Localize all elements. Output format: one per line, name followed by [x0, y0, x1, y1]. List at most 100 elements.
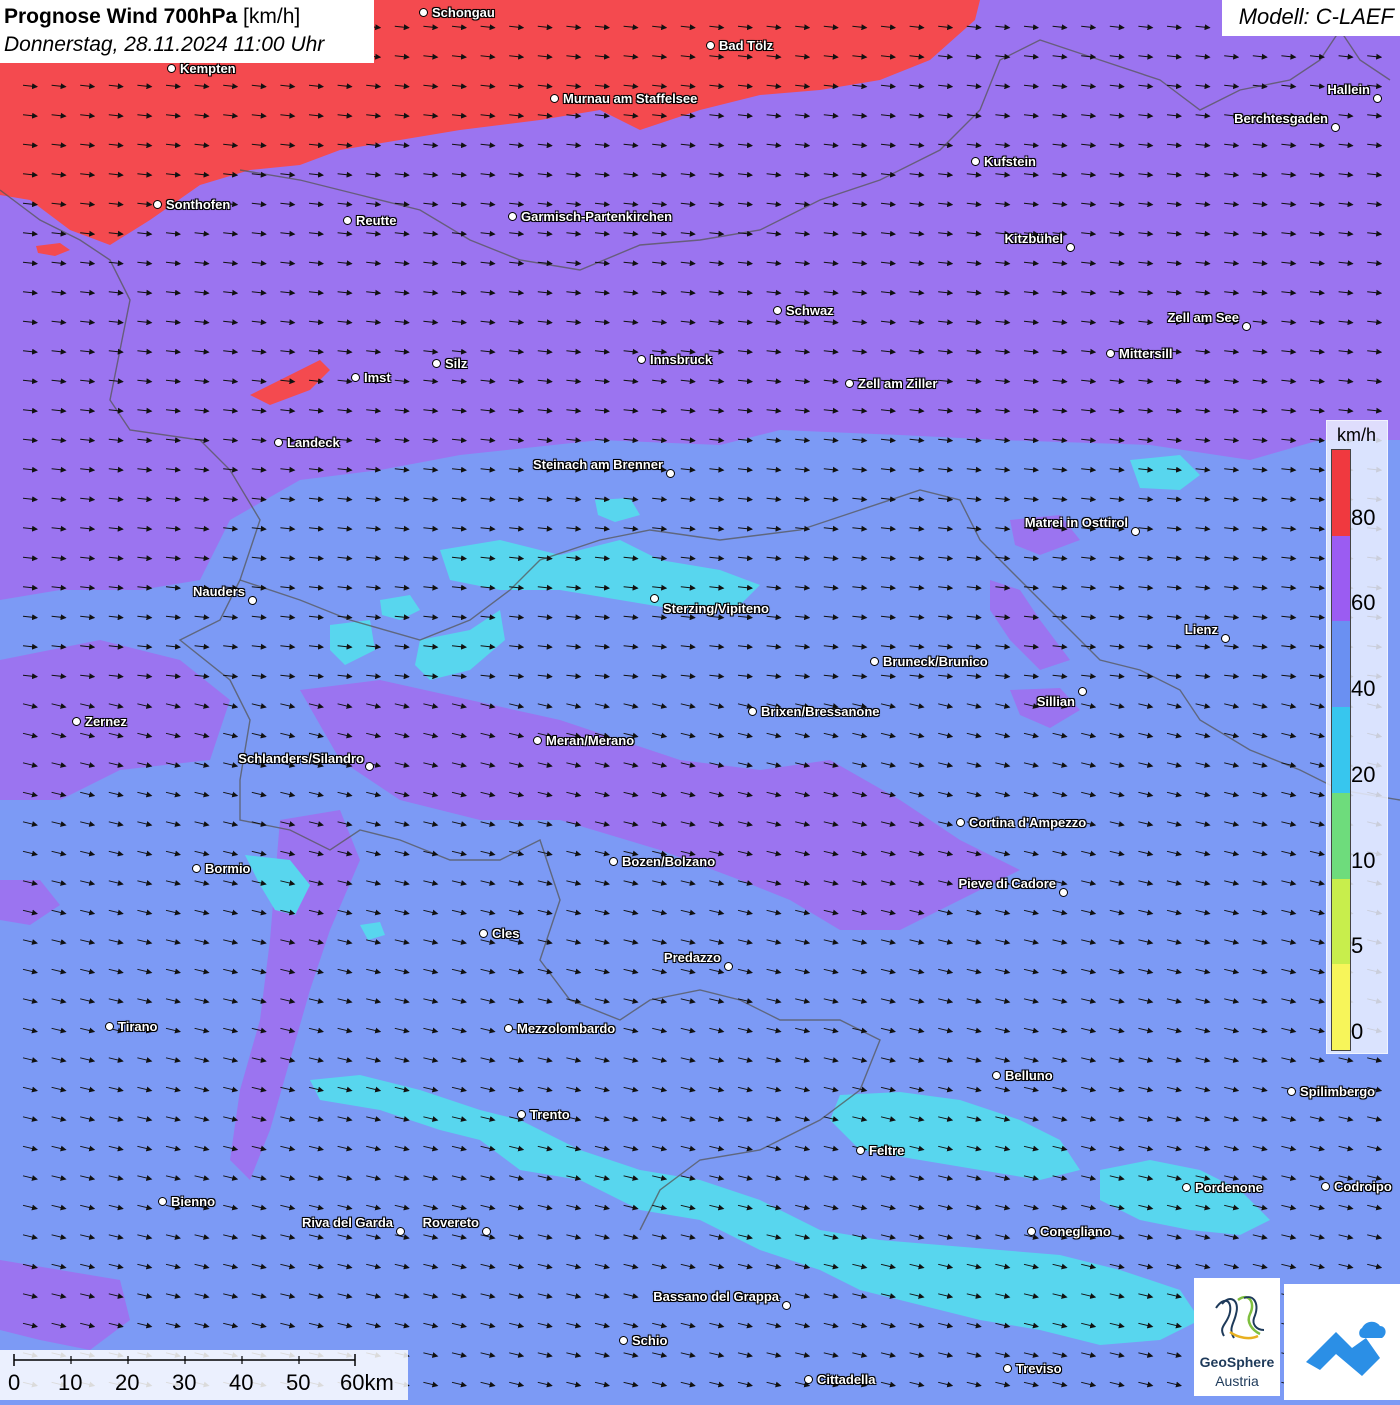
city-marker [992, 1071, 1001, 1080]
city-marker [1066, 243, 1075, 252]
city-label: Zernez [85, 714, 127, 729]
city-marker [167, 64, 176, 73]
geosphere-logo: GeoSphere Austria [1194, 1278, 1280, 1396]
city-label: Meran/Merano [546, 733, 635, 748]
city-label: Belluno [1005, 1068, 1053, 1083]
city-label: Treviso [1016, 1361, 1062, 1376]
scale-bar: 0 10 20 30 40 50 60km [0, 1350, 408, 1400]
city-marker [1078, 687, 1087, 696]
city-marker [706, 41, 715, 50]
scale-label-0: 0 [8, 1370, 21, 1395]
color-legend: km/h 80 60 40 20 10 5 0 [1326, 420, 1388, 1054]
city-marker [609, 857, 618, 866]
city-label: Berchtesgaden [1234, 111, 1328, 126]
city-marker [845, 379, 854, 388]
city-marker [773, 306, 782, 315]
city-marker [1321, 1182, 1330, 1191]
city-marker [1027, 1227, 1036, 1236]
city-label: Riva del Garda [301, 1215, 393, 1230]
city-label: Bienno [171, 1194, 216, 1209]
city-marker [637, 355, 646, 364]
city-label: Spilimbergo [1300, 1084, 1376, 1099]
city-label: Lienz [1184, 622, 1218, 637]
city-label: Mittersill [1119, 346, 1173, 361]
city-label: Hallein [1327, 82, 1370, 97]
city-marker [419, 8, 428, 17]
city-label: Sterzing/Vipiteno [663, 601, 769, 616]
legend-segment [1332, 878, 1350, 965]
city-label: Conegliano [1040, 1224, 1111, 1239]
city-marker [956, 818, 965, 827]
city-marker [432, 359, 441, 368]
city-label: Codroipo [1334, 1179, 1392, 1194]
legend-segment [1332, 792, 1350, 879]
city-marker [153, 200, 162, 209]
city-label: Rovereto [422, 1215, 479, 1230]
city-marker [351, 373, 360, 382]
city-label: Feltre [869, 1143, 905, 1158]
city-marker [72, 717, 81, 726]
city-label: Matrei in Osttirol [1024, 515, 1128, 530]
city-marker [248, 596, 257, 605]
legend-segment [1332, 621, 1350, 708]
city-marker [971, 157, 980, 166]
city-marker [396, 1227, 405, 1236]
legend-segment [1332, 535, 1350, 622]
city-marker [1287, 1087, 1296, 1096]
city-marker [856, 1146, 865, 1155]
city-marker [724, 962, 733, 971]
city-label: Kitzbühel [1004, 231, 1064, 246]
city-marker [533, 736, 542, 745]
legend-label: 10 [1351, 847, 1376, 873]
city-label: Trento [530, 1107, 570, 1122]
city-marker [517, 1110, 526, 1119]
forecast-datetime: Donnerstag, 28.11.2024 11:00 Uhr [4, 33, 325, 56]
geosphere-emblem-icon [1215, 1295, 1265, 1340]
city-marker [650, 594, 659, 603]
map-title: Prognose Wind 700hPa [km/h] [4, 5, 301, 28]
city-marker [105, 1022, 114, 1031]
city-marker [619, 1336, 628, 1345]
city-marker [1331, 123, 1340, 132]
city-label: Bozen/Bolzano [622, 854, 716, 869]
city-label: Silz [445, 356, 468, 371]
city-label: Schongau [432, 5, 495, 20]
city-label: Predazzo [663, 950, 721, 965]
city-marker [365, 762, 374, 771]
city-label: Imst [364, 370, 391, 385]
legend-segment [1332, 964, 1350, 1050]
city-marker [192, 864, 201, 873]
city-marker [1242, 322, 1251, 331]
city-label: Cittadella [817, 1372, 876, 1387]
legend-label: 40 [1351, 676, 1376, 702]
city-label: Bormio [205, 861, 251, 876]
city-marker [158, 1197, 167, 1206]
city-marker [870, 657, 879, 666]
city-marker [479, 929, 488, 938]
city-marker [1059, 888, 1068, 897]
city-label: Murnau am Staffelsee [563, 91, 698, 106]
city-marker [1373, 94, 1382, 103]
scale-label-50: 50 [286, 1370, 311, 1395]
city-marker [343, 216, 352, 225]
scale-label-60km: 60km [340, 1370, 394, 1395]
city-label: Pieve di Cadore [958, 876, 1056, 891]
legend-label: 0 [1351, 1019, 1364, 1044]
city-label: Nauders [192, 584, 245, 599]
city-label: Kempten [180, 61, 236, 76]
legend-label: 5 [1351, 933, 1364, 959]
city-label: Sillian [1036, 694, 1075, 709]
legend-colorbar [1331, 449, 1351, 1051]
city-marker [1003, 1364, 1012, 1373]
model-label: Modell: C-LAEF [1222, 0, 1400, 36]
city-marker [1131, 527, 1140, 536]
app-chevron-icon [1306, 1321, 1386, 1376]
city-label: Garmisch-Partenkirchen [521, 209, 673, 224]
city-label: Innsbruck [650, 352, 713, 367]
legend-label: 80 [1351, 504, 1376, 530]
city-marker [804, 1375, 813, 1384]
city-marker [1106, 349, 1115, 358]
city-label: Bad Tölz [719, 38, 774, 53]
legend-label: 20 [1351, 761, 1376, 787]
legend-segment [1332, 450, 1350, 536]
